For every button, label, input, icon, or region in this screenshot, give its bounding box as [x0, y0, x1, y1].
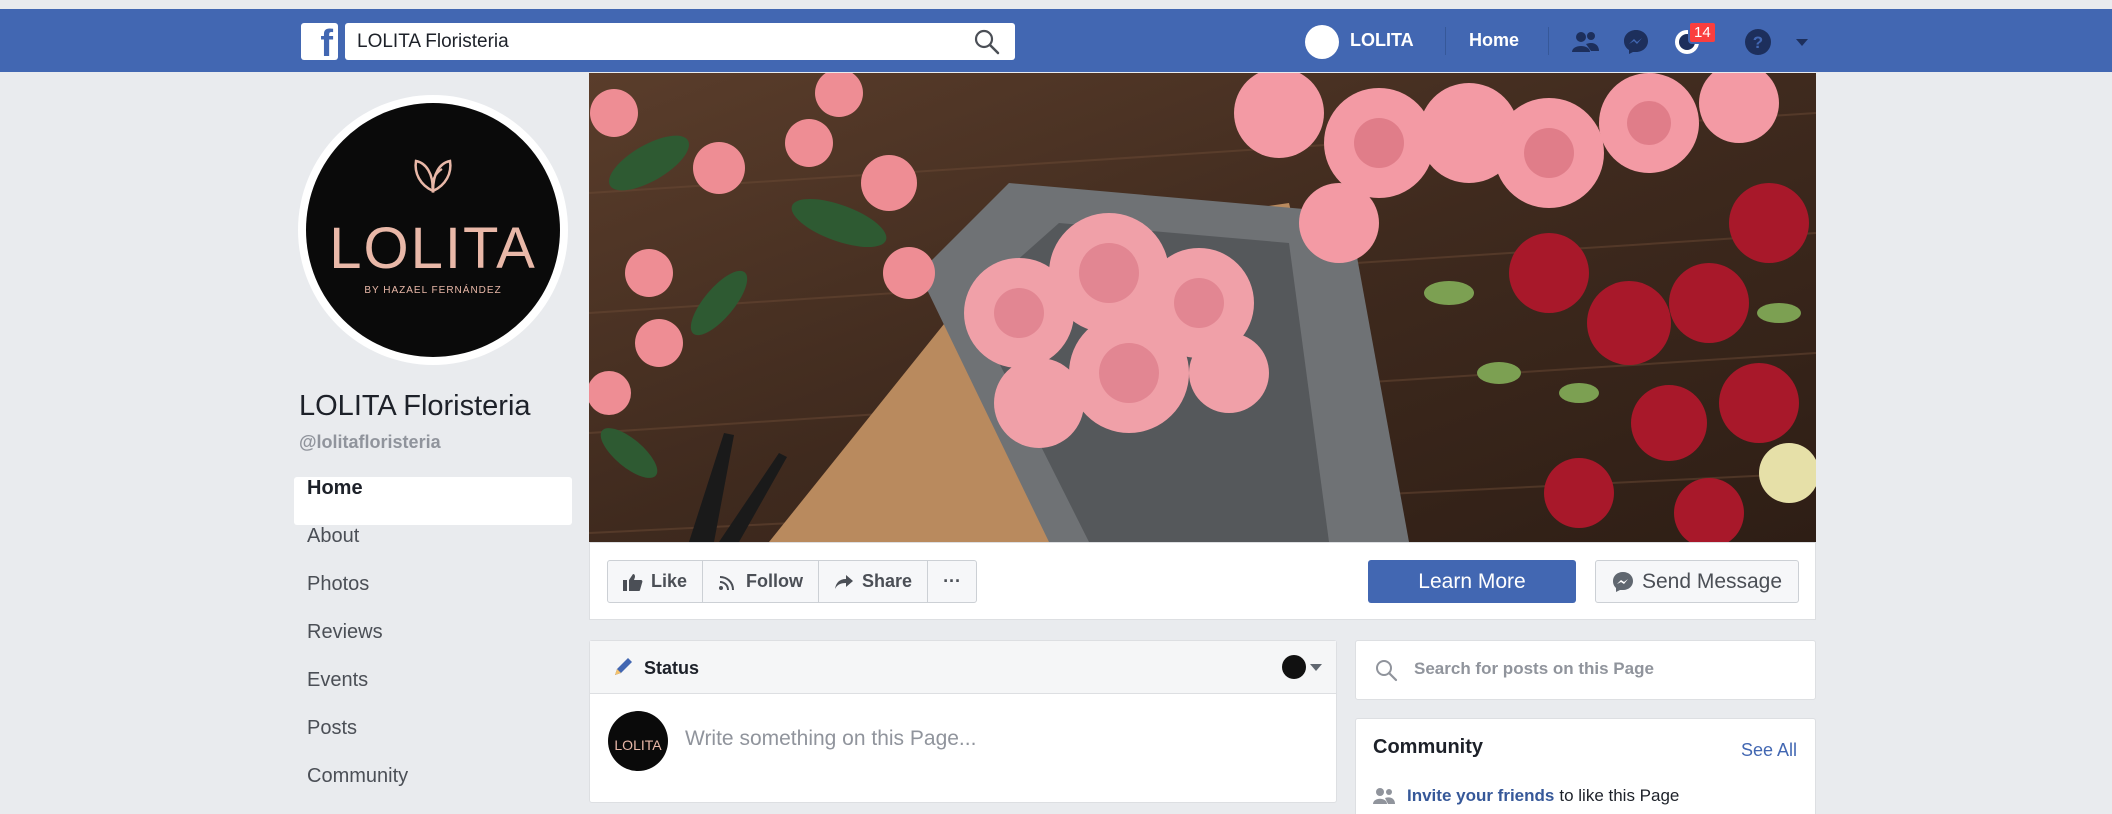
profile-name-link[interactable]: LOLITA: [1350, 30, 1414, 51]
help-icon[interactable]: ?: [1743, 27, 1773, 57]
notifications-badge: 14: [1688, 21, 1717, 44]
leftnav-item-reviews[interactable]: Reviews: [294, 621, 572, 669]
page-post-search: [1355, 640, 1816, 700]
pencil-icon: [615, 658, 632, 675]
nav-divider: [1445, 27, 1446, 55]
share-button[interactable]: Share: [819, 561, 929, 602]
share-label: Share: [862, 571, 913, 591]
page-action-buttons: Like Follow Share ···: [607, 560, 978, 603]
rss-follow-icon: [719, 575, 735, 590]
send-message-label: Send Message: [1641, 569, 1783, 593]
global-search-input[interactable]: [345, 23, 945, 60]
leaf-logo-icon: [414, 159, 452, 193]
cover-photo[interactable]: [589, 73, 1816, 542]
logo-wordmark: LOLITA: [329, 216, 537, 281]
search-icon: [1376, 660, 1398, 682]
community-card: Community See All Invite your friends to…: [1355, 718, 1816, 814]
leftnav-item-community[interactable]: Community: [294, 765, 572, 813]
invite-friends-row: Invite your friends to like this Page: [1373, 786, 1679, 806]
composer-header: Status: [590, 641, 1336, 694]
page-title[interactable]: LOLITA Floristeria: [299, 390, 531, 423]
home-link[interactable]: Home: [1469, 30, 1519, 51]
leftnav-item-events[interactable]: Events: [294, 669, 572, 717]
leftnav-item-posts[interactable]: Posts: [294, 717, 572, 765]
nav-divider: [1548, 27, 1549, 55]
leftnav-item-home[interactable]: Home: [294, 477, 572, 525]
profile-logo: LOLITA BY HAZAEL FERNÁNDEZ: [306, 103, 560, 357]
invite-friends-link[interactable]: Invite your friends: [1407, 786, 1554, 806]
page-profile-picture[interactable]: LOLITA BY HAZAEL FERNÁNDEZ: [298, 95, 568, 365]
leftnav-item-photos[interactable]: Photos: [294, 573, 572, 621]
facebook-logo-letter: f: [320, 23, 333, 65]
community-see-all-link[interactable]: See All: [1741, 740, 1797, 761]
share-arrow-icon: [835, 574, 854, 589]
logo-subtitle: BY HAZAEL FERNÁNDEZ: [364, 285, 502, 296]
global-search-box: [345, 23, 1015, 60]
thumbs-up-icon: [623, 573, 643, 591]
send-message-button[interactable]: Send Message: [1595, 560, 1799, 603]
page-username[interactable]: @lolitafloristeria: [299, 432, 441, 453]
status-tab[interactable]: Status: [644, 658, 699, 679]
friends-icon[interactable]: [1570, 27, 1600, 57]
page-post-search-input[interactable]: [1414, 659, 1794, 679]
top-navigation-bar: f LOLITA Home 14 ?: [0, 9, 2112, 72]
status-input[interactable]: [685, 727, 1285, 751]
composer-avatar: LOLITA: [608, 711, 668, 771]
like-label: Like: [651, 571, 688, 591]
invite-friends-text: to like this Page: [1559, 786, 1680, 805]
community-title: Community: [1373, 736, 1483, 758]
follow-label: Follow: [746, 571, 804, 591]
page-action-bar: Like Follow Share ··· Learn More Send Me…: [589, 542, 1816, 620]
follow-button[interactable]: Follow: [703, 561, 820, 602]
learn-more-button[interactable]: Learn More: [1368, 560, 1576, 603]
invite-friends-icon: [1373, 788, 1395, 804]
status-composer: Status LOLITA: [589, 640, 1337, 803]
like-button[interactable]: Like: [608, 561, 704, 602]
more-dots-icon: ···: [943, 571, 962, 591]
caret-down-icon[interactable]: [1310, 664, 1322, 671]
facebook-logo-icon[interactable]: f: [301, 23, 338, 65]
search-icon[interactable]: [973, 28, 1001, 56]
svg-text:?: ?: [1753, 33, 1763, 52]
more-options-button[interactable]: ···: [928, 561, 976, 602]
messenger-icon[interactable]: [1621, 27, 1651, 57]
profile-avatar[interactable]: [1305, 25, 1339, 59]
leftnav-item-about[interactable]: About: [294, 525, 572, 573]
cover-image: [589, 73, 1816, 542]
caret-down-icon[interactable]: [1793, 27, 1811, 57]
audience-selector-avatar[interactable]: [1282, 655, 1306, 679]
messenger-icon: [1612, 571, 1633, 592]
page-left-navigation: Home About Photos Reviews Events Posts C…: [294, 477, 572, 813]
